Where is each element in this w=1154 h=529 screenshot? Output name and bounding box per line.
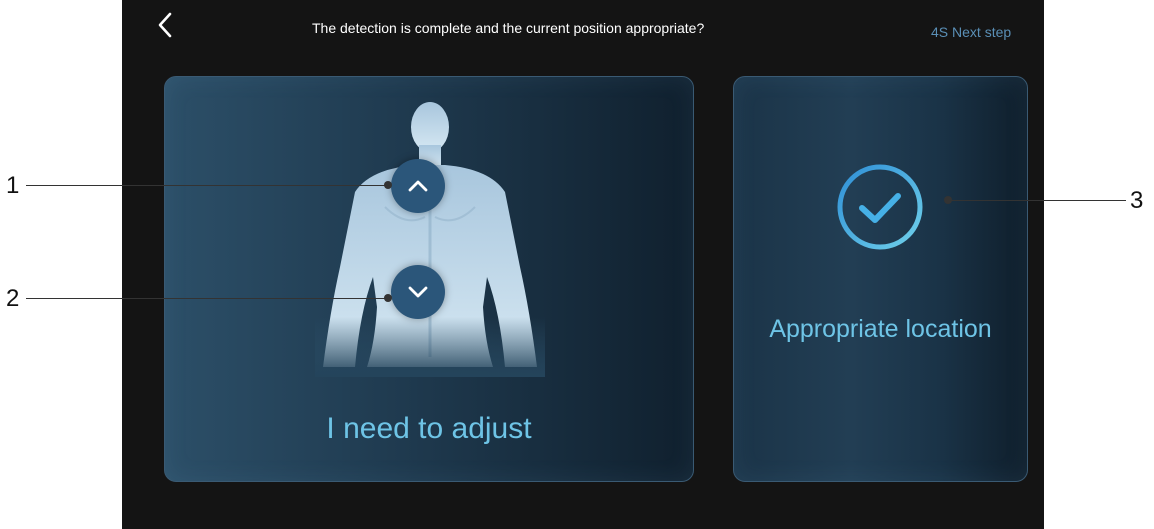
- callout-number: 2: [6, 285, 20, 312]
- page-title: The detection is complete and the curren…: [312, 20, 705, 36]
- adjust-card[interactable]: I need to adjust: [164, 76, 694, 482]
- chevron-down-icon: [408, 286, 428, 298]
- callout-number: 3: [1130, 187, 1144, 214]
- callout-line: [26, 298, 388, 299]
- appropriate-location-card[interactable]: Appropriate location: [733, 76, 1028, 482]
- check-circle-icon: [837, 164, 923, 250]
- next-step-button[interactable]: 4S Next step: [931, 24, 1011, 40]
- callout-line: [950, 200, 1126, 201]
- appropriate-location-label: Appropriate location: [769, 315, 992, 343]
- callout-dot: [384, 181, 392, 189]
- callout-dot: [384, 294, 392, 302]
- move-down-button[interactable]: [391, 265, 445, 319]
- back-icon[interactable]: [154, 10, 178, 40]
- callout-line: [26, 185, 388, 186]
- detection-screen: The detection is complete and the curren…: [122, 0, 1044, 529]
- move-up-button[interactable]: [391, 159, 445, 213]
- callout-number: 1: [6, 172, 20, 199]
- adjust-label: I need to adjust: [326, 412, 532, 445]
- body-figure-image: [315, 102, 545, 377]
- chevron-up-icon: [408, 180, 428, 192]
